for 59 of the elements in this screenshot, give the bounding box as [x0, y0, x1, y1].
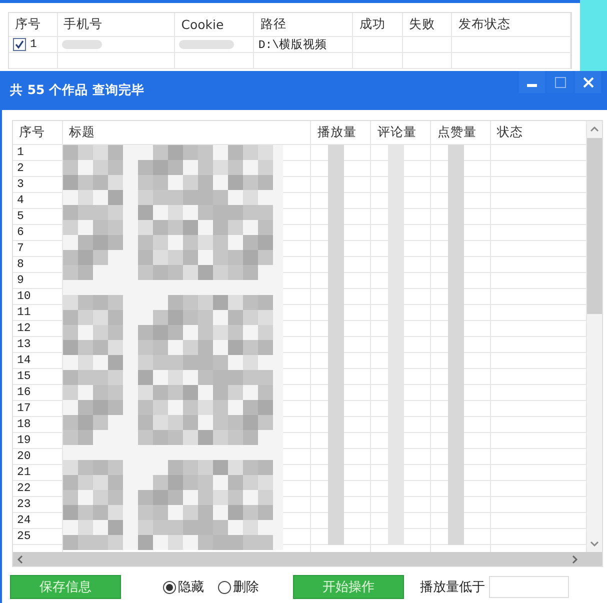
scroll-up-icon[interactable] — [590, 126, 599, 132]
filter-label: 播放量低于 — [420, 579, 485, 596]
row-checkbox[interactable] — [13, 38, 26, 51]
row-number: 21 — [17, 466, 31, 479]
blurred-cookie — [179, 40, 234, 49]
minimize-icon — [527, 84, 537, 87]
horizontal-scrollbar[interactable] — [13, 552, 602, 566]
minimize-button[interactable] — [519, 71, 545, 93]
row-number: 13 — [17, 338, 31, 351]
row-number: 4 — [17, 194, 24, 207]
row-number: 14 — [17, 354, 31, 367]
radio-option[interactable]: 删除 — [218, 578, 259, 596]
row-number: 9 — [17, 274, 24, 287]
column-header[interactable]: 点赞量 — [431, 121, 492, 144]
row-number: 20 — [17, 450, 31, 463]
row-number: 24 — [17, 514, 31, 527]
column-header[interactable]: Cookie — [175, 13, 254, 36]
input-field[interactable] — [489, 576, 569, 598]
background-panel — [580, 0, 607, 71]
column-header[interactable]: 标题 — [62, 121, 312, 144]
column-header[interactable]: 路径 — [254, 13, 354, 36]
row-number: 18 — [17, 418, 31, 431]
row-number: 22 — [17, 482, 31, 495]
row-number: 8 — [17, 258, 24, 271]
column-header[interactable]: 成功 — [353, 13, 403, 36]
column-header[interactable]: 发布状态 — [452, 13, 571, 36]
row-number: 1 — [17, 146, 24, 159]
row-number: 2 — [17, 162, 24, 175]
row-number: 17 — [17, 402, 31, 415]
row-number: 10 — [17, 290, 31, 303]
scroll-right-icon[interactable] — [572, 554, 578, 564]
column-header[interactable]: 播放量 — [311, 121, 372, 144]
row-number: 5 — [17, 210, 24, 223]
window-title: 共 55 个作品 查询完毕 — [10, 82, 144, 99]
row-number: 7 — [17, 242, 24, 255]
row-number: 16 — [17, 386, 31, 399]
row-number: 11 — [17, 306, 31, 319]
maximize-icon — [554, 76, 566, 88]
radio-option[interactable]: 隐藏 — [163, 578, 204, 596]
scroll-down-icon[interactable] — [590, 541, 599, 547]
scroll-left-icon[interactable] — [17, 554, 23, 564]
table-cell-text: D:\横版视频 — [258, 38, 328, 52]
row-number: 3 — [17, 178, 24, 191]
column-header[interactable]: 序号 — [9, 13, 58, 36]
row-number: 12 — [17, 322, 31, 335]
column-header[interactable]: 手机号 — [58, 13, 176, 36]
column-header[interactable]: 失败 — [402, 13, 452, 36]
row-number: 19 — [17, 434, 31, 447]
close-button[interactable] — [575, 71, 601, 93]
table-cell: 1 — [30, 38, 37, 51]
row-number: 23 — [17, 498, 31, 511]
blurred-phone — [62, 40, 102, 49]
row-number: 6 — [17, 226, 24, 239]
column-header[interactable]: 序号 — [13, 121, 63, 144]
close-icon — [582, 76, 594, 88]
row-number: 25 — [17, 530, 31, 543]
column-header[interactable]: 评论量 — [371, 121, 432, 144]
scrollbar-thumb[interactable] — [587, 138, 602, 314]
row-number: 15 — [17, 370, 31, 383]
